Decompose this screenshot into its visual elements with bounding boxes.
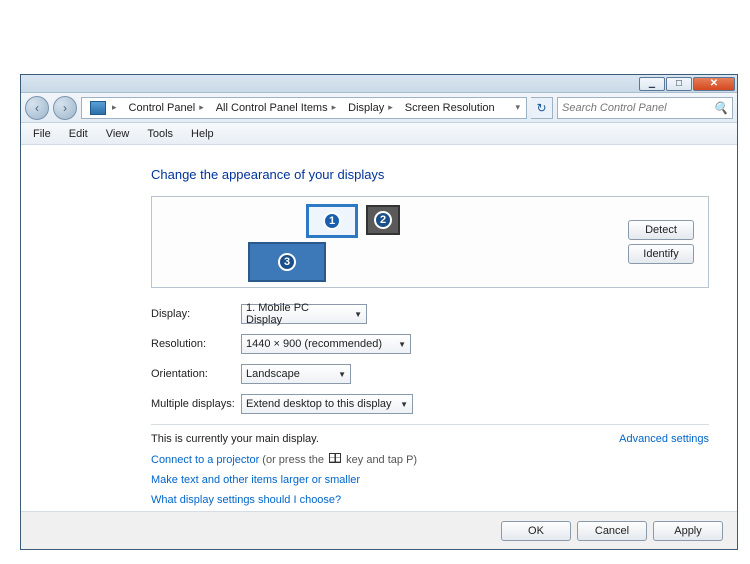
main-display-status: This is currently your main display. bbox=[151, 433, 319, 445]
monitor-1[interactable]: 1 bbox=[306, 204, 358, 238]
monitor-2[interactable]: 2 bbox=[366, 205, 400, 235]
advanced-settings-link[interactable]: Advanced settings bbox=[619, 433, 709, 445]
chevron-down-icon[interactable]: ▾ bbox=[515, 102, 520, 113]
monitor-number: 2 bbox=[374, 211, 392, 229]
display-select[interactable]: 1. Mobile PC Display▼ bbox=[241, 304, 367, 324]
menu-help[interactable]: Help bbox=[183, 126, 222, 142]
orientation-label: Orientation: bbox=[151, 368, 241, 380]
chevron-right-icon: ▸ bbox=[332, 102, 337, 113]
refresh-button[interactable]: ↻ bbox=[531, 97, 553, 119]
chevron-right-icon: ▸ bbox=[112, 102, 117, 113]
monitor-number: 1 bbox=[323, 212, 341, 230]
menu-file[interactable]: File bbox=[25, 126, 59, 142]
refresh-icon: ↻ bbox=[536, 101, 546, 115]
forward-button[interactable]: › bbox=[53, 96, 77, 120]
display-arrangement-box[interactable]: 1 2 3 Detect Identify bbox=[151, 196, 709, 288]
monitor-3[interactable]: 3 bbox=[248, 242, 326, 282]
help-link[interactable]: What display settings should I choose? bbox=[151, 494, 341, 506]
monitor-canvas[interactable]: 1 2 3 bbox=[166, 202, 486, 282]
forward-icon: › bbox=[63, 101, 67, 115]
identify-button[interactable]: Identify bbox=[628, 244, 694, 264]
page-title: Change the appearance of your displays bbox=[151, 167, 709, 182]
minimize-button[interactable]: ▁ bbox=[639, 77, 665, 91]
maximize-button[interactable]: ☐ bbox=[666, 77, 692, 91]
breadcrumb-items[interactable]: All Control Panel Items▸ bbox=[210, 98, 342, 118]
monitor-number: 3 bbox=[278, 253, 296, 271]
menu-view[interactable]: View bbox=[98, 126, 138, 142]
content-area: Change the appearance of your displays 1… bbox=[21, 145, 737, 516]
chevron-right-icon: ▸ bbox=[199, 102, 204, 113]
windows-key-icon bbox=[329, 453, 341, 463]
resolution-label: Resolution: bbox=[151, 338, 241, 350]
search-icon: 🔍 bbox=[713, 101, 728, 115]
control-panel-window: ▁ ☐ ✕ ‹ › ▸ Control Panel▸ All Control P… bbox=[20, 74, 738, 550]
chevron-down-icon: ▼ bbox=[400, 400, 408, 409]
resolution-select[interactable]: 1440 × 900 (recommended)▼ bbox=[241, 334, 411, 354]
chevron-right-icon: ▸ bbox=[388, 102, 393, 113]
menu-edit[interactable]: Edit bbox=[61, 126, 96, 142]
breadcrumb-current[interactable]: Screen Resolution bbox=[399, 98, 501, 118]
address-bar[interactable]: ▸ Control Panel▸ All Control Panel Items… bbox=[81, 97, 527, 119]
breadcrumb-display[interactable]: Display▸ bbox=[342, 98, 399, 118]
text-size-link[interactable]: Make text and other items larger or smal… bbox=[151, 474, 360, 486]
menu-bar: File Edit View Tools Help bbox=[21, 123, 737, 145]
detect-button[interactable]: Detect bbox=[628, 220, 694, 240]
search-input[interactable]: Search Control Panel 🔍 bbox=[557, 97, 733, 119]
titlebar: ▁ ☐ ✕ bbox=[21, 75, 737, 93]
chevron-down-icon: ▼ bbox=[398, 340, 406, 349]
chevron-down-icon: ▼ bbox=[354, 310, 362, 319]
multiple-displays-label: Multiple displays: bbox=[151, 398, 241, 410]
menu-tools[interactable]: Tools bbox=[139, 126, 181, 142]
control-panel-icon bbox=[90, 101, 106, 115]
apply-button[interactable]: Apply bbox=[653, 521, 723, 541]
display-label: Display: bbox=[151, 308, 241, 320]
multiple-displays-select[interactable]: Extend desktop to this display▼ bbox=[241, 394, 413, 414]
back-icon: ‹ bbox=[35, 101, 39, 115]
ok-button[interactable]: OK bbox=[501, 521, 571, 541]
chevron-down-icon: ▼ bbox=[338, 370, 346, 379]
nav-row: ‹ › ▸ Control Panel▸ All Control Panel I… bbox=[21, 93, 737, 123]
breadcrumb-root[interactable]: Control Panel▸ bbox=[123, 98, 210, 118]
cancel-button[interactable]: Cancel bbox=[577, 521, 647, 541]
orientation-select[interactable]: Landscape▼ bbox=[241, 364, 351, 384]
search-placeholder: Search Control Panel bbox=[562, 102, 667, 114]
connect-projector-link[interactable]: Connect to a projector bbox=[151, 454, 259, 466]
projector-hint: (or press the bbox=[259, 454, 327, 466]
back-button[interactable]: ‹ bbox=[25, 96, 49, 120]
dialog-footer: OK Cancel Apply bbox=[21, 511, 737, 549]
close-button[interactable]: ✕ bbox=[693, 77, 735, 91]
